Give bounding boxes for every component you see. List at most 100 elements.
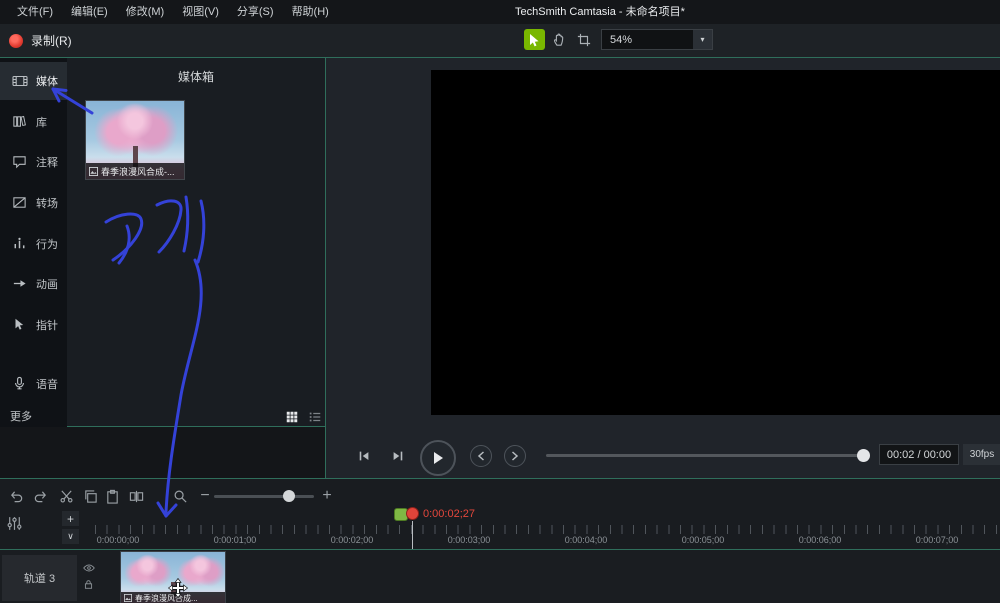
zoom-in-button[interactable]: + xyxy=(320,486,334,506)
timeline-clip[interactable]: 春季浪漫风合成... xyxy=(120,551,226,603)
cursor-icon xyxy=(528,33,541,47)
track-row: 轨道 3 春季浪漫风合成... xyxy=(0,549,1000,603)
ruler-label: 0:00:03;00 xyxy=(447,535,491,545)
media-item-name: 春季浪漫风合成-... xyxy=(101,166,175,177)
sidebar-item-label: 指针 xyxy=(36,320,58,332)
image-type-icon xyxy=(89,166,98,176)
filmstrip-icon xyxy=(12,73,28,89)
library-icon xyxy=(12,114,28,130)
preview-canvas[interactable] xyxy=(431,70,1000,415)
ruler-label: 0:00:04;00 xyxy=(564,535,608,545)
step-forward-button[interactable] xyxy=(388,446,408,466)
sidebar-item-media[interactable]: 媒体 xyxy=(0,62,67,100)
clip-name: 春季浪漫风合成... xyxy=(135,593,198,603)
redo-button[interactable] xyxy=(30,486,50,506)
timeline-ruler[interactable] xyxy=(92,525,1000,534)
sidebar-item-annotations[interactable]: 注释 xyxy=(0,143,67,181)
media-item[interactable]: 春季浪漫风合成-... xyxy=(85,100,185,180)
timeline-panel: − + + ∨ 0:00:00;00 0:00:01;00 0:00:02;00… xyxy=(0,478,1000,603)
ruler-label: 0:00:07;00 xyxy=(915,535,959,545)
cursor-tool-button[interactable] xyxy=(524,29,545,50)
menu-share[interactable]: 分享(S) xyxy=(228,0,283,24)
hand-icon xyxy=(552,32,567,47)
split-button[interactable] xyxy=(126,486,146,506)
sidebar-item-label: 行为 xyxy=(36,239,58,251)
sidebar-item-voice[interactable]: 语音 xyxy=(0,365,67,403)
sidebar-more[interactable]: 更多 xyxy=(10,408,32,424)
record-label: 录制(R) xyxy=(31,34,72,48)
menu-help[interactable]: 帮助(H) xyxy=(283,0,338,24)
timeline-zoom-icon[interactable] xyxy=(170,486,190,506)
menubar: 文件(F) 编辑(E) 修改(M) 视图(V) 分享(S) 帮助(H) Tech… xyxy=(0,0,1000,24)
record-button[interactable]: 录制(R) xyxy=(9,32,72,49)
main-toolbar: 录制(R) 54% ▾ xyxy=(0,24,1000,58)
list-view-button[interactable] xyxy=(306,408,324,426)
time-display: 00:02 / 00:00 xyxy=(879,444,959,465)
preview-panel: 00:02 / 00:00 30fps xyxy=(325,58,1000,478)
menu-edit[interactable]: 编辑(E) xyxy=(62,0,117,24)
menu-view[interactable]: 视图(V) xyxy=(173,0,228,24)
crop-icon xyxy=(577,33,591,47)
ruler-label: 0:00:00;00 xyxy=(96,535,140,545)
zoom-out-button[interactable]: − xyxy=(198,486,212,506)
arrow-right-icon xyxy=(12,276,28,292)
sidebar-item-label: 媒体 xyxy=(36,76,58,88)
ruler-label: 0:00:06;00 xyxy=(798,535,842,545)
paste-button[interactable] xyxy=(102,486,122,506)
track-header[interactable]: 轨道 3 xyxy=(2,555,77,601)
ruler-label: 0:00:01;00 xyxy=(213,535,257,545)
sidebar-item-label: 库 xyxy=(36,117,47,129)
speech-bubble-icon xyxy=(12,154,28,170)
zoom-dropdown[interactable]: 54% ▾ xyxy=(601,29,713,50)
window-title: TechSmith Camtasia - 未命名项目* xyxy=(515,6,685,18)
image-type-icon xyxy=(124,594,132,602)
track-options-icon[interactable] xyxy=(6,515,24,533)
crop-tool-button[interactable] xyxy=(573,29,594,50)
playback-slider-thumb[interactable] xyxy=(857,449,870,462)
copy-button[interactable] xyxy=(80,486,100,506)
track-label: 轨道 3 xyxy=(23,573,56,585)
add-track-button[interactable]: + xyxy=(62,511,79,526)
media-item-label-bar: 春季浪漫风合成-... xyxy=(86,163,184,179)
menu-file[interactable]: 文件(F) xyxy=(8,0,62,24)
play-button[interactable] xyxy=(420,440,456,476)
sidebar-item-label: 注释 xyxy=(36,157,58,169)
jump-back-button[interactable] xyxy=(470,445,492,467)
ruler-label: 0:00:02;00 xyxy=(330,535,374,545)
sidebar-item-cursor-effects[interactable]: 指针 xyxy=(0,306,67,344)
jump-forward-button[interactable] xyxy=(504,445,526,467)
playback-slider[interactable] xyxy=(546,454,866,457)
sidebar-item-behaviors[interactable]: 行为 xyxy=(0,225,67,263)
panel-footer-strip xyxy=(0,427,325,478)
camtasia-window: 文件(F) 编辑(E) 修改(M) 视图(V) 分享(S) 帮助(H) Tech… xyxy=(0,0,1000,603)
playhead-time: 0:00:02;27 xyxy=(423,508,475,520)
menu-modify[interactable]: 修改(M) xyxy=(117,0,174,24)
lock-icon[interactable] xyxy=(83,579,95,591)
grid-view-button[interactable] xyxy=(283,408,301,426)
fps-display: 30fps xyxy=(963,444,1000,465)
transition-icon xyxy=(12,195,28,211)
sidebar-item-label: 转场 xyxy=(36,198,58,210)
sidebar-item-library[interactable]: 库 xyxy=(0,103,67,141)
timeline-zoom-thumb[interactable] xyxy=(283,490,295,502)
bars-icon xyxy=(12,236,28,252)
sidebar-item-label: 语音 xyxy=(36,379,58,391)
playhead-handle[interactable] xyxy=(406,507,419,520)
media-bin-title: 媒体箱 xyxy=(177,70,214,84)
ruler-label: 0:00:05;00 xyxy=(681,535,725,545)
microphone-icon xyxy=(12,376,28,392)
pan-tool-button[interactable] xyxy=(549,29,570,50)
cut-button[interactable] xyxy=(56,486,76,506)
sidebar-item-animations[interactable]: 动画 xyxy=(0,265,67,303)
eye-icon[interactable] xyxy=(83,562,95,574)
sidebar-item-transitions[interactable]: 转场 xyxy=(0,184,67,222)
record-icon xyxy=(9,33,23,48)
previous-frame-button[interactable] xyxy=(354,446,374,466)
zoom-value: 54% xyxy=(610,33,633,46)
clip-label-bar: 春季浪漫风合成... xyxy=(121,592,225,603)
chevron-down-icon[interactable]: ▾ xyxy=(693,30,712,49)
timeline-zoom-slider[interactable] xyxy=(214,495,314,498)
undo-button[interactable] xyxy=(6,486,26,506)
sidebar-item-label: 动画 xyxy=(36,279,58,291)
media-bin-panel: 媒体箱 春季浪漫风合成-... xyxy=(67,58,325,427)
